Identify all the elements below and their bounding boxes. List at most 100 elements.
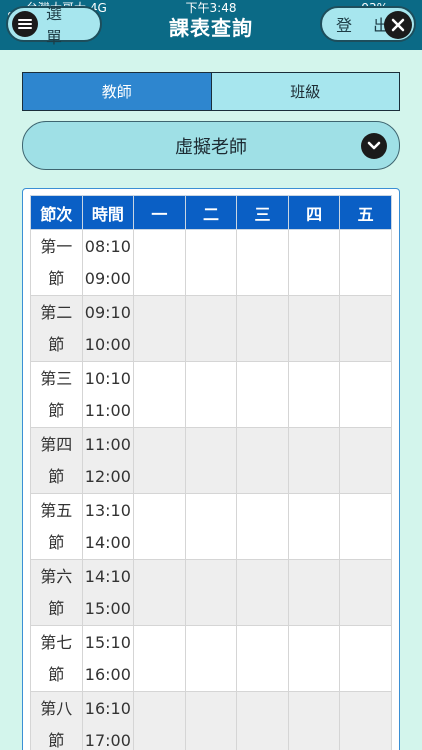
header-period: 節次 xyxy=(30,195,83,230)
period-cell: 第一節 xyxy=(30,229,83,296)
class-slot-cell[interactable] xyxy=(133,691,186,750)
header-wed: 三 xyxy=(236,195,289,230)
class-slot-cell[interactable] xyxy=(133,493,186,560)
time-cell: 16:10 17:00 xyxy=(81,691,135,750)
logout-button[interactable]: 登 出 xyxy=(320,6,416,42)
class-slot-cell[interactable] xyxy=(133,559,186,626)
class-slot-cell[interactable] xyxy=(184,559,238,626)
close-icon xyxy=(384,11,412,39)
time-label: 10:10 xyxy=(84,368,131,388)
period-label: 節 xyxy=(48,268,65,288)
period-cell: 第二節 xyxy=(30,295,83,362)
class-slot-cell[interactable] xyxy=(184,625,238,692)
period-label: 第三 xyxy=(40,368,73,388)
time-cell: 10:10 11:00 xyxy=(81,361,135,428)
time-label: 09:00 xyxy=(84,268,131,288)
view-tabs: 教師 班級 xyxy=(22,72,400,111)
period-cell: 第五節 xyxy=(30,493,83,560)
class-slot-cell[interactable] xyxy=(133,625,186,692)
period-label: 節 xyxy=(48,532,65,552)
table-row: 第一節 08:10 09:00 xyxy=(30,229,392,296)
class-slot-cell[interactable] xyxy=(339,625,392,692)
class-slot-cell[interactable] xyxy=(287,625,341,692)
schedule-panel: 節次 時間 一 二 三 四 五 第一節 08:10 09:00 第二節 09:10 10:… xyxy=(22,188,400,750)
class-slot-cell[interactable] xyxy=(184,691,238,750)
tab-teacher[interactable]: 教師 xyxy=(23,73,211,110)
period-cell: 第六節 xyxy=(30,559,83,626)
time-label: 15:00 xyxy=(84,598,131,618)
class-slot-cell[interactable] xyxy=(287,229,341,296)
class-slot-cell[interactable] xyxy=(339,295,392,362)
time-cell: 08:10 09:00 xyxy=(81,229,135,296)
table-row: 第三節 10:10 11:00 xyxy=(30,361,392,428)
teacher-select[interactable]: 虛擬老師 xyxy=(22,121,400,170)
time-label: 11:00 xyxy=(84,434,131,454)
header-tue: 二 xyxy=(184,195,238,230)
period-label: 第五 xyxy=(40,500,73,520)
class-slot-cell[interactable] xyxy=(339,229,392,296)
tab-class[interactable]: 班級 xyxy=(210,73,399,110)
class-slot-cell[interactable] xyxy=(133,295,186,362)
time-cell: 11:00 12:00 xyxy=(81,427,135,494)
period-label: 節 xyxy=(48,664,65,684)
class-slot-cell[interactable] xyxy=(236,295,289,362)
class-slot-cell[interactable] xyxy=(184,295,238,362)
header-thu: 四 xyxy=(287,195,341,230)
header-time: 時間 xyxy=(81,195,135,230)
table-row: 第五節 13:10 14:00 xyxy=(30,493,392,560)
class-slot-cell[interactable] xyxy=(184,229,238,296)
header-mon: 一 xyxy=(133,195,186,230)
class-slot-cell[interactable] xyxy=(287,559,341,626)
time-label: 16:00 xyxy=(84,664,131,684)
class-slot-cell[interactable] xyxy=(339,427,392,494)
class-slot-cell[interactable] xyxy=(339,493,392,560)
time-label: 16:10 xyxy=(84,698,131,718)
class-slot-cell[interactable] xyxy=(184,493,238,560)
class-slot-cell[interactable] xyxy=(184,361,238,428)
period-label: 第七 xyxy=(40,632,73,652)
time-label: 09:10 xyxy=(84,302,131,322)
class-slot-cell[interactable] xyxy=(339,691,392,750)
table-row: 第七節 15:10 16:00 xyxy=(30,625,392,692)
period-label: 第八 xyxy=(40,698,73,718)
teacher-select-value: 虛擬老師 xyxy=(175,136,247,158)
time-label: 12:00 xyxy=(84,466,131,486)
class-slot-cell[interactable] xyxy=(287,691,341,750)
class-slot-cell[interactable] xyxy=(133,361,186,428)
class-slot-cell[interactable] xyxy=(184,427,238,494)
period-label: 第六 xyxy=(40,566,73,586)
period-label: 第一 xyxy=(40,236,73,256)
period-label: 節 xyxy=(48,334,65,354)
table-row: 第八節 16:10 17:00 xyxy=(30,691,392,750)
time-label: 14:00 xyxy=(84,532,131,552)
class-slot-cell[interactable] xyxy=(287,361,341,428)
table-row: 第六節 14:10 15:00 xyxy=(30,559,392,626)
time-label: 11:00 xyxy=(84,400,131,420)
period-label: 節 xyxy=(48,730,65,750)
time-label: 10:00 xyxy=(84,334,131,354)
class-slot-cell[interactable] xyxy=(236,559,289,626)
class-slot-cell[interactable] xyxy=(236,361,289,428)
class-slot-cell[interactable] xyxy=(236,427,289,494)
time-label: 17:00 xyxy=(84,730,131,750)
schedule-table: 節次 時間 一 二 三 四 五 第一節 08:10 09:00 第二節 09:10 10:… xyxy=(30,195,392,750)
class-slot-cell[interactable] xyxy=(287,427,341,494)
class-slot-cell[interactable] xyxy=(133,427,186,494)
class-slot-cell[interactable] xyxy=(339,361,392,428)
header-fri: 五 xyxy=(339,195,392,230)
app-header: 台灣大哥大 4G 下午3:48 93% 選 單 課表查詢 登 出 xyxy=(0,0,422,50)
class-slot-cell[interactable] xyxy=(133,229,186,296)
period-cell: 第八節 xyxy=(30,691,83,750)
time-cell: 15:10 16:00 xyxy=(81,625,135,692)
class-slot-cell[interactable] xyxy=(236,229,289,296)
class-slot-cell[interactable] xyxy=(287,295,341,362)
chevron-down-icon xyxy=(361,133,387,159)
class-slot-cell[interactable] xyxy=(236,691,289,750)
class-slot-cell[interactable] xyxy=(287,493,341,560)
period-cell: 第四節 xyxy=(30,427,83,494)
class-slot-cell[interactable] xyxy=(236,493,289,560)
period-cell: 第七節 xyxy=(30,625,83,692)
period-label: 第四 xyxy=(40,434,73,454)
class-slot-cell[interactable] xyxy=(339,559,392,626)
class-slot-cell[interactable] xyxy=(236,625,289,692)
